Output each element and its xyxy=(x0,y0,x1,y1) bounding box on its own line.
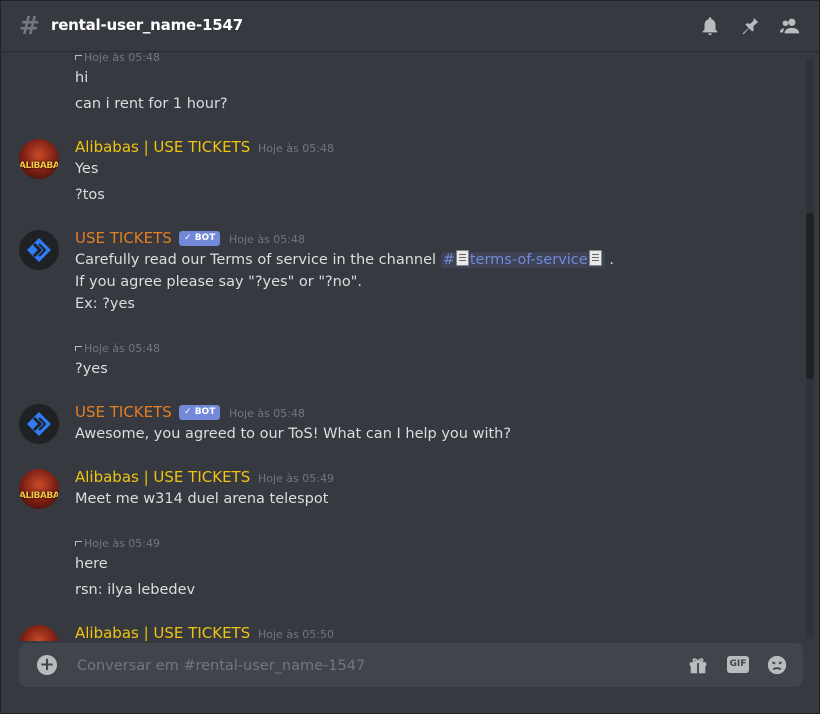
author-name[interactable]: USE TICKETS xyxy=(75,229,172,247)
message-text: ?tos xyxy=(75,187,105,203)
avatar[interactable] xyxy=(19,404,59,444)
message-text: If you agree please say "?yes" or "?no". xyxy=(75,274,363,290)
message-text: can i rent for 1 hour? xyxy=(75,96,228,112)
avatar[interactable]: ALIBABA'S xyxy=(19,469,59,509)
bell-icon[interactable] xyxy=(699,15,721,37)
bot-tag: ✓ BOT xyxy=(179,231,221,246)
reply-marker-icon xyxy=(75,346,82,351)
message-text: Awesome, you agreed to our ToS! What can… xyxy=(75,426,512,442)
author-name[interactable]: Alibabas | USE TICKETS xyxy=(75,138,250,156)
reply-marker-icon xyxy=(75,55,82,60)
clipboard-icon xyxy=(588,250,602,266)
avatar[interactable]: ALIBABA'S xyxy=(19,139,59,179)
timestamp: Hoje às 05:49 xyxy=(258,472,334,485)
timestamp: Hoje às 05:49 xyxy=(84,537,160,550)
clipboard-icon xyxy=(455,250,469,266)
message-list[interactable]: Hoje às 05:48 hi can i rent for 1 hour? … xyxy=(1,51,806,641)
message-input[interactable] xyxy=(75,655,639,677)
timestamp: Hoje às 05:50 xyxy=(258,628,334,641)
timestamp: Hoje às 05:48 xyxy=(84,51,160,64)
author-name[interactable]: Alibabas | USE TICKETS xyxy=(75,468,250,486)
channel-header: # rental-user_name-1547 xyxy=(1,1,819,51)
chat-window: # rental-user_name-1547 Hoje às 05:48 hi… xyxy=(0,0,820,714)
message-text: ?yes xyxy=(75,361,108,377)
message-text: Yes xyxy=(75,161,99,177)
timestamp: Hoje às 05:48 xyxy=(229,407,305,420)
author-name[interactable]: USE TICKETS xyxy=(75,403,172,421)
avatar[interactable] xyxy=(19,230,59,270)
channel-name: rental-user_name-1547 xyxy=(51,16,243,34)
add-attachment-button[interactable]: + xyxy=(37,655,57,675)
channel-mention[interactable]: # terms-of-service xyxy=(440,250,605,268)
channel-hash-icon: # xyxy=(19,11,40,40)
scrollbar-thumb[interactable] xyxy=(806,213,814,379)
message-text: Ex: ?yes xyxy=(75,296,135,312)
reply-marker-icon xyxy=(75,541,82,546)
author-name[interactable]: Alibabas | USE TICKETS xyxy=(75,624,250,641)
message-text: hi xyxy=(75,70,89,86)
message-text: Meet me w314 duel arena telespot xyxy=(75,491,329,507)
timestamp: Hoje às 05:48 xyxy=(84,342,160,355)
message-text: rsn: ilya lebedev xyxy=(75,582,196,598)
gif-button[interactable]: GIF xyxy=(727,656,749,673)
emoji-icon[interactable] xyxy=(766,654,788,676)
message-composer: + GIF xyxy=(19,643,803,687)
gift-icon[interactable] xyxy=(687,654,709,676)
timestamp: Hoje às 05:48 xyxy=(229,233,305,246)
bot-tag: ✓ BOT xyxy=(179,405,221,420)
members-icon[interactable] xyxy=(779,15,801,37)
message-text: here xyxy=(75,556,108,572)
avatar[interactable]: ALIBABA'S xyxy=(19,625,59,641)
timestamp: Hoje às 05:48 xyxy=(258,142,334,155)
pin-icon[interactable] xyxy=(739,15,761,37)
message-text: Carefully read our Terms of service in t… xyxy=(75,250,614,268)
